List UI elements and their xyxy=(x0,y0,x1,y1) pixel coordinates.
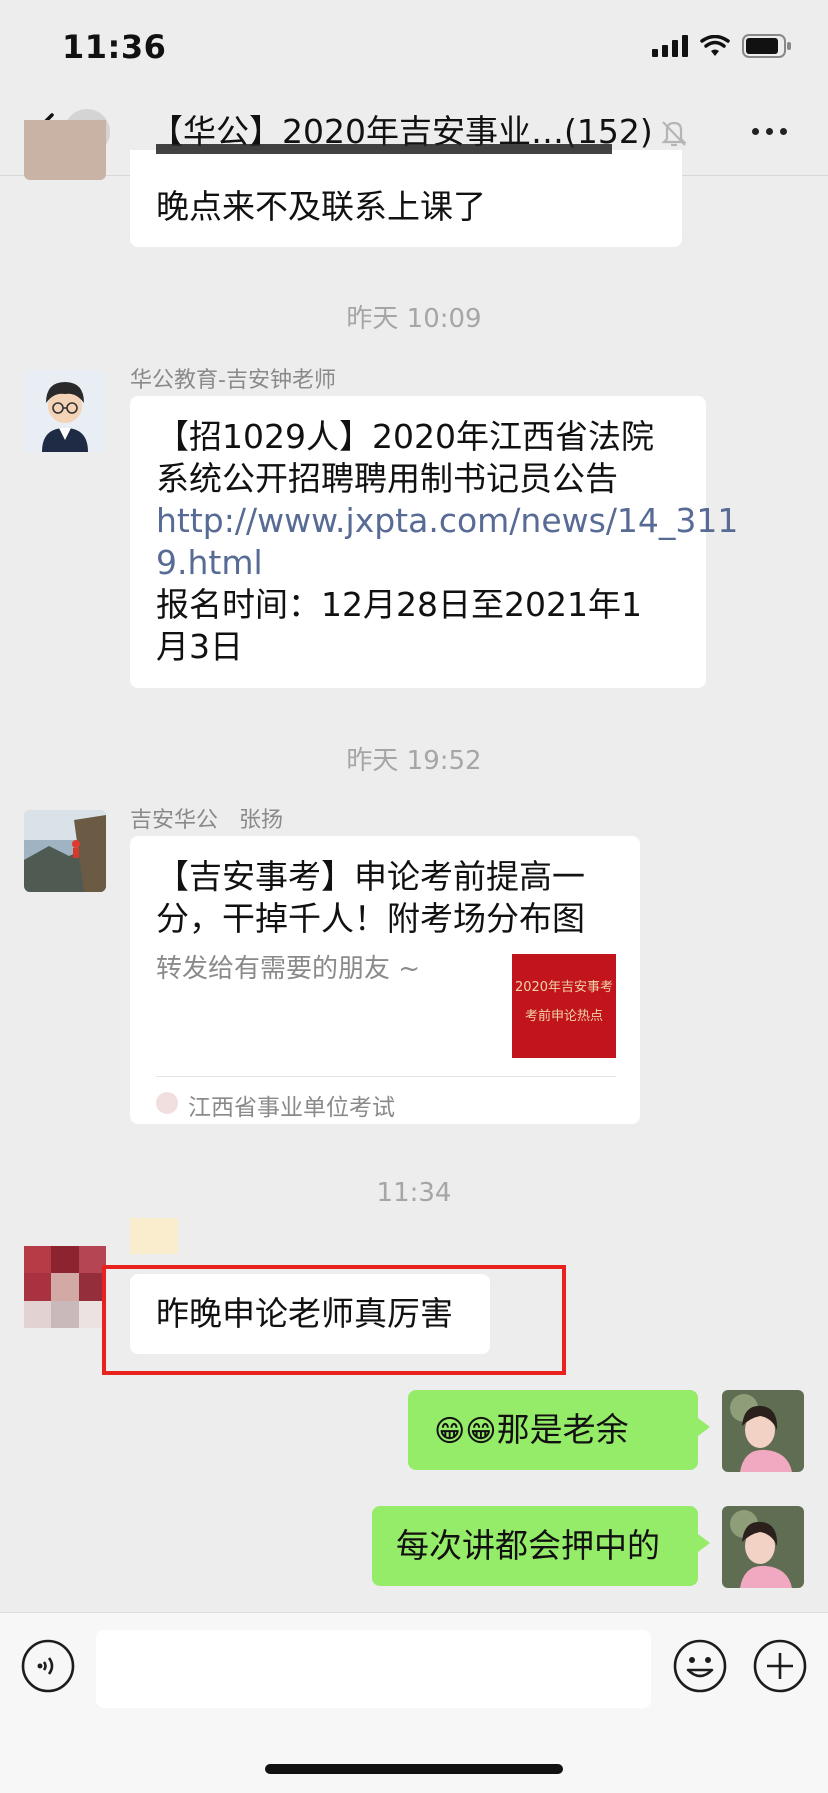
message-text-cut xyxy=(156,140,636,154)
teacher-avatar-icon xyxy=(24,370,106,452)
message-text: 😁😁那是老余 xyxy=(434,1409,629,1453)
voice-icon[interactable] xyxy=(20,1638,76,1694)
source-logo-icon xyxy=(156,1092,178,1114)
self-avatar[interactable] xyxy=(722,1506,804,1588)
message-bubble[interactable]: 【招1029人】2020年江西省法院 系统公开招聘聘用制书记员公告 http:/… xyxy=(130,396,738,688)
self-avatar-icon xyxy=(722,1390,804,1472)
timestamp: 11:34 xyxy=(376,1178,452,1208)
article-description: 转发给有需要的朋友 ~ xyxy=(156,954,421,984)
thumbnail-text: 考前申论热点 xyxy=(524,1009,603,1024)
battery-icon xyxy=(742,34,791,58)
avatar[interactable] xyxy=(24,370,106,452)
message-bubble[interactable]: 晚点来不及联系上课了 xyxy=(130,144,682,247)
message-line: 【招1029人】2020年江西省法院 xyxy=(156,417,654,456)
more-icon[interactable] xyxy=(752,128,787,135)
sender-name: 吉安华公 张扬 xyxy=(130,808,283,833)
emoji-icon[interactable] xyxy=(672,1638,728,1694)
timestamp: 昨天 19:52 xyxy=(346,746,482,776)
pixelated-avatar-icon xyxy=(24,1246,106,1328)
message-text: 晚点来不及联系上课了 xyxy=(156,187,486,226)
message-link[interactable]: 9.html xyxy=(156,542,696,584)
self-message-bubble[interactable]: 每次讲都会押中的 xyxy=(372,1506,710,1586)
article-source: 江西省事业单位考试 xyxy=(188,1095,395,1121)
article-title: 【吉安事考】申论考前提高一 分，干掉千人！附考场分布图 xyxy=(156,856,626,940)
signal-icon xyxy=(652,35,688,57)
wifi-icon xyxy=(700,35,730,56)
article-title-line: 分，干掉千人！附考场分布图 xyxy=(156,899,585,938)
message-input[interactable] xyxy=(96,1630,651,1708)
article-title-line: 【吉安事考】申论考前提高一 xyxy=(156,857,585,896)
status-time: 11:36 xyxy=(62,28,167,66)
avatar[interactable] xyxy=(24,810,106,892)
self-avatar-icon xyxy=(722,1506,804,1588)
grin-emoji-icon: 😁😁 xyxy=(434,1414,497,1449)
highlight-box xyxy=(102,1265,566,1375)
thumbnail-text: 2020年吉安事考 xyxy=(514,980,614,995)
message-line: 月3日 xyxy=(156,627,243,666)
home-indicator xyxy=(265,1764,563,1774)
sender-name: 华公教育-吉安钟老师 xyxy=(130,368,336,393)
message-text: 【招1029人】2020年江西省法院 系统公开招聘聘用制书记员公告 http:/… xyxy=(156,416,738,668)
add-icon[interactable] xyxy=(752,1638,808,1694)
message-text: 每次讲都会押中的 xyxy=(396,1526,660,1565)
climber-avatar-icon xyxy=(24,810,106,892)
article-thumbnail: 2020年吉安事考 考前申论热点 xyxy=(512,954,616,1058)
avatar[interactable] xyxy=(24,120,106,180)
message-link[interactable]: http://www.jxpta.com/news/14_311 xyxy=(156,500,738,542)
message-text-content: 那是老余 xyxy=(496,1410,629,1449)
article-card[interactable]: 【吉安事考】申论考前提高一 分，干掉千人！附考场分布图 转发给有需要的朋友 ~ … xyxy=(130,836,640,1124)
timestamp: 昨天 10:09 xyxy=(346,304,482,334)
status-icons xyxy=(652,34,792,58)
message-line: 报名时间：12月28日至2021年1 xyxy=(156,585,642,624)
self-avatar[interactable] xyxy=(722,1390,804,1472)
message-line: 系统公开招聘聘用制书记员公告 xyxy=(156,459,618,498)
mute-icon xyxy=(661,121,687,147)
card-divider xyxy=(156,1076,616,1077)
blurred-sticker xyxy=(130,1218,178,1254)
self-message-bubble[interactable]: 😁😁那是老余 xyxy=(408,1390,710,1470)
avatar[interactable] xyxy=(24,1246,106,1328)
